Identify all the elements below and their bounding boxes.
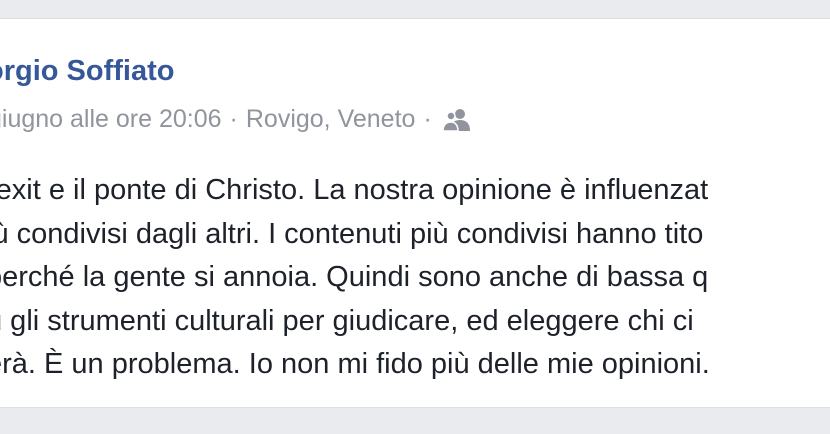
meta-separator: · <box>423 105 432 133</box>
post-text-line: ù gli strumenti culturali per giudicare,… <box>0 304 694 337</box>
friends-icon[interactable] <box>442 108 472 132</box>
post-card: orgio Soffiato giugno alle ore 20:06 · R… <box>0 18 830 408</box>
meta-separator: · <box>229 105 238 133</box>
post-text-line: perché la gente si annoia. Quindi sono a… <box>0 261 709 293</box>
post-text-line: iù condivisi dagli altri. I contenuti pi… <box>0 217 704 250</box>
post-timestamp[interactable]: giugno alle ore 20:06 <box>0 105 222 134</box>
post-author-name[interactable]: orgio Soffiato <box>0 55 174 88</box>
post-location[interactable]: Rovigo, Veneto <box>246 105 416 134</box>
post-text-line: erà. È un problema. Io non mi fido più d… <box>0 348 710 380</box>
post-body: rexit e il ponte di Christo. La nostra o… <box>0 169 710 387</box>
post-meta: giugno alle ore 20:06 · Rovigo, Veneto · <box>0 105 472 134</box>
post-text-line: rexit e il ponte di Christo. La nostra o… <box>0 174 709 206</box>
